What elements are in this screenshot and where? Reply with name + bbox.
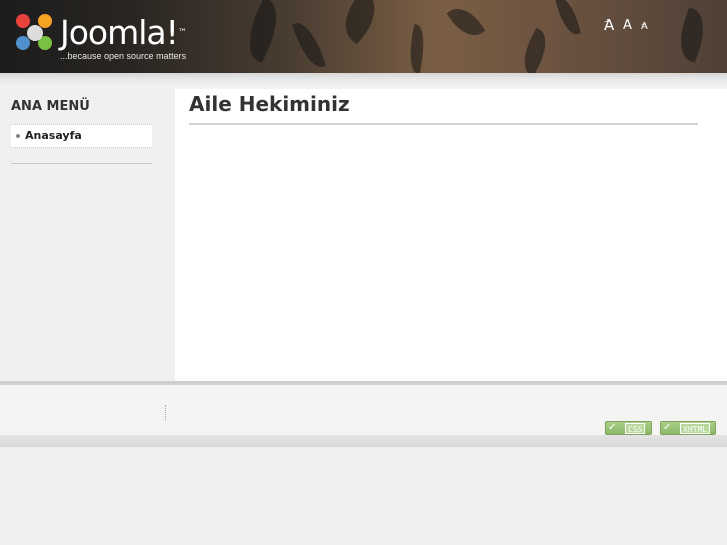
- font-increase-button[interactable]: A +: [604, 16, 614, 34]
- header-leaf-decoration: [672, 7, 712, 63]
- xhtml-valid-badge[interactable]: ✓ XHTML: [660, 421, 716, 435]
- header-leaf-decoration: [515, 27, 555, 73]
- header-leaf-decoration: [238, 0, 288, 63]
- page-title: Aile Hekiminiz: [189, 92, 350, 116]
- header-leaf-decoration: [333, 0, 387, 45]
- joomla-logo[interactable]: Joomla!™ ...because open source matters: [14, 12, 214, 66]
- title-divider: [189, 123, 698, 125]
- menu-item-anasayfa[interactable]: Anasayfa: [11, 124, 152, 148]
- menu-divider: [11, 163, 152, 164]
- site-header: Joomla!™ ...because open source matters …: [0, 0, 727, 73]
- sidebar: ANA MENÜ Anasayfa: [0, 89, 175, 381]
- font-decrease-button[interactable]: A −: [641, 21, 648, 34]
- footer: ✓ CSS ✓ XHTML: [0, 385, 727, 435]
- header-leaf-decoration: [555, 0, 581, 38]
- menu-item-label[interactable]: Anasayfa: [25, 129, 82, 142]
- font-reset-button[interactable]: A: [623, 18, 632, 33]
- header-leaf-decoration: [446, 0, 486, 44]
- check-icon: ✓: [608, 422, 617, 433]
- logo-wordmark: Joomla!™: [60, 13, 187, 52]
- joomla-logo-icon: [14, 12, 56, 54]
- check-icon: ✓: [663, 422, 672, 433]
- css-valid-badge[interactable]: ✓ CSS: [605, 421, 652, 435]
- header-shadow-band: [0, 73, 727, 89]
- badge-label: XHTML: [680, 423, 711, 434]
- header-leaf-decoration: [405, 24, 429, 73]
- footer-divider: [165, 405, 166, 421]
- menu-title: ANA MENÜ: [11, 99, 90, 114]
- main-content: Aile Hekiminiz: [175, 89, 727, 381]
- logo-tagline: ...because open source matters: [60, 51, 187, 61]
- header-leaf-decoration: [291, 18, 327, 72]
- bullet-icon: [16, 134, 20, 138]
- badge-label: CSS: [625, 423, 646, 434]
- footer-bottom-band: [0, 435, 727, 447]
